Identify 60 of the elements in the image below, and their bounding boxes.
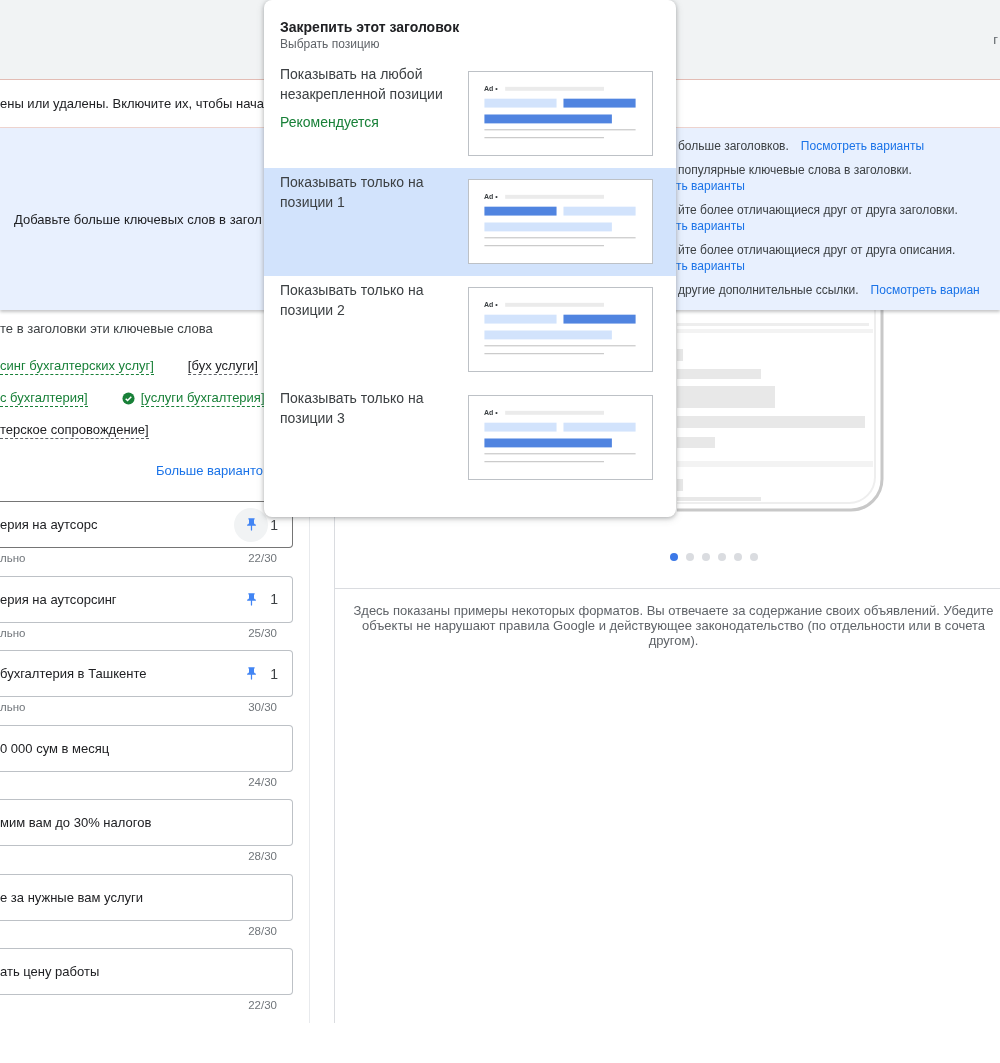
menu-title: Закрепить этот заголовок (279, 18, 461, 36)
headline-text: ерия на аутсорс (0, 517, 99, 532)
character-count: 30/30 (248, 701, 277, 713)
headline-field[interactable]: мим вам до 30% налогов (0, 799, 293, 846)
pin-position: 1 (270, 591, 278, 607)
more-options-link[interactable]: Больше варианто (155, 463, 263, 479)
headline-text: мим вам до 30% налогов (0, 815, 153, 830)
option-label: Показывать только на позиции 3 (280, 389, 425, 428)
helper-text: льно (0, 701, 27, 713)
keyword-chip[interactable]: синг бухгалтерских услуг] (0, 358, 154, 375)
view-options-link[interactable]: ть варианты (676, 258, 745, 274)
pin-position: 1 (270, 665, 278, 682)
character-count: 22/30 (248, 999, 277, 1011)
character-count: 25/30 (248, 626, 277, 639)
view-options-link[interactable]: ть варианты (676, 218, 745, 234)
view-options-link[interactable]: Посмотреть варианты (800, 138, 925, 154)
view-options-link[interactable]: Посмотреть вариан (870, 282, 980, 298)
carousel-dot[interactable] (670, 553, 678, 561)
headline-text: 0 000 сум в месяц (0, 740, 111, 756)
headline-field[interactable]: 0 000 сум в месяц (0, 724, 293, 772)
menu-subtitle: Выбрать позицию (279, 36, 381, 52)
carousel-dot[interactable] (750, 553, 758, 561)
headline-field[interactable]: ерия на аутсорсинг 1 (0, 575, 293, 623)
header-text: г (993, 32, 998, 47)
character-count: 28/30 (248, 850, 277, 862)
alert-text: ены или удалены. Включите их, чтобы нача (0, 96, 265, 111)
headline-text: е за нужные вам услуги (0, 889, 144, 905)
pin-button[interactable] (234, 507, 269, 542)
headline-field[interactable]: е за нужные вам услуги (0, 873, 293, 921)
suggestion-text: Добавьте больше ключевых слов в загол (14, 211, 262, 227)
option-label: Показывать только на позиции 1 (280, 173, 425, 212)
helper-text: льно (0, 626, 27, 639)
suggestion-text: больше заголовков. (678, 138, 789, 154)
carousel-dot[interactable] (718, 553, 726, 561)
keyword-chip[interactable]: [бух услуги] (187, 358, 258, 375)
pin-position: 1 (270, 516, 278, 533)
headline-field[interactable]: ать цену работы (0, 948, 293, 995)
suggestion-text: другие дополнительные ссылки. (678, 282, 859, 298)
keywords-intro: те в заголовки эти ключевые слова (0, 321, 214, 337)
suggestion-text: йте более отличающиеся друг от друга описания. (678, 242, 956, 258)
keyword-chip[interactable]: терское сопровождение] (0, 422, 149, 439)
view-options-link[interactable]: ть варианты (676, 178, 745, 194)
headline-text: ерия на аутсорсинг (0, 591, 118, 607)
suggestion-text: популярные ключевые слова в заголовки. (678, 162, 912, 178)
character-count: 28/30 (248, 924, 277, 937)
headline-field[interactable]: бухгалтерия в Ташкенте 1 (0, 650, 293, 697)
carousel-dot[interactable] (734, 553, 742, 561)
option-label: Показывать только на позиции 2 (280, 281, 425, 320)
keyword-chip[interactable]: с бухгалтерия] (0, 390, 88, 407)
carousel-dot[interactable] (686, 553, 694, 561)
headline-text: ать цену работы (0, 964, 101, 979)
suggestion-text: йте более отличающиеся друг от друга заголовки. (678, 202, 958, 218)
recommended-note: Рекомендуется (280, 113, 380, 132)
option-label: Показывать на любой незакрепленной позиции (280, 65, 444, 104)
carousel-dot[interactable] (702, 553, 710, 561)
character-count: 22/30 (248, 552, 277, 564)
character-count: 24/30 (248, 775, 277, 788)
headline-text: бухгалтерия в Ташкенте (0, 666, 148, 681)
disclaimer-text: Здесь показаны примеры некоторых форматов. Вы отвечаете за содержание своих объявлений. Убедите объекты не нарушают правила Google и действующее законодательство (по отдельности или в сочета другом). (352, 602, 995, 648)
helper-text: льно (0, 552, 27, 564)
